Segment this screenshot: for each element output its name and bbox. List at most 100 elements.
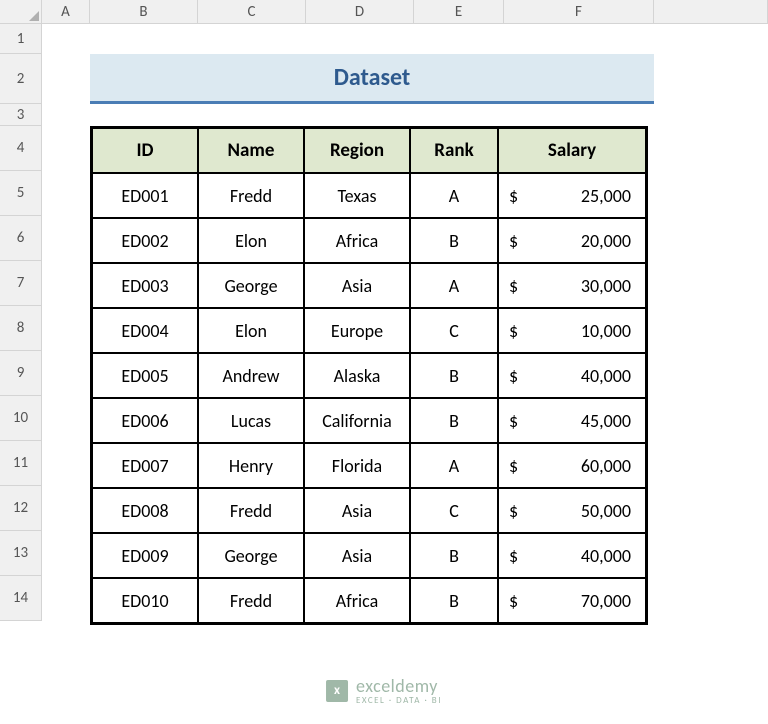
column-headers: A B C D E F	[42, 0, 768, 24]
cell-region[interactable]: Asia	[304, 533, 410, 578]
cell-id[interactable]: ED005	[92, 353, 198, 398]
cell-name[interactable]: Fredd	[198, 173, 304, 218]
salary-amount: 30,000	[581, 275, 631, 297]
col-header-c[interactable]: C	[198, 0, 306, 24]
row-header-5[interactable]: 5	[0, 171, 42, 216]
table-row: ED002ElonAfricaB$20,000	[92, 218, 646, 263]
cell-id[interactable]: ED001	[92, 173, 198, 218]
cell-region[interactable]: Europe	[304, 308, 410, 353]
cell-name[interactable]: Elon	[198, 218, 304, 263]
cell-region[interactable]: Africa	[304, 218, 410, 263]
currency-symbol: $	[509, 275, 518, 297]
cell-salary[interactable]: $40,000	[498, 533, 646, 578]
header-salary[interactable]: Salary	[498, 128, 646, 173]
currency-symbol: $	[509, 230, 518, 252]
watermark: x exceldemy EXCEL · DATA · BI	[326, 675, 442, 706]
row-header-8[interactable]: 8	[0, 306, 42, 351]
cell-region[interactable]: Africa	[304, 578, 410, 623]
cell-region[interactable]: Asia	[304, 488, 410, 533]
cell-id[interactable]: ED004	[92, 308, 198, 353]
cell-name[interactable]: Lucas	[198, 398, 304, 443]
cell-salary[interactable]: $30,000	[498, 263, 646, 308]
header-rank[interactable]: Rank	[410, 128, 498, 173]
col-header-extra[interactable]	[654, 0, 768, 24]
data-table: ID Name Region Rank Salary ED001FreddTex…	[90, 126, 648, 625]
cell-salary[interactable]: $25,000	[498, 173, 646, 218]
cell-rank[interactable]: A	[410, 443, 498, 488]
cell-rank[interactable]: A	[410, 263, 498, 308]
row-header-11[interactable]: 11	[0, 441, 42, 486]
row-header-6[interactable]: 6	[0, 216, 42, 261]
cell-id[interactable]: ED002	[92, 218, 198, 263]
cell-id[interactable]: ED008	[92, 488, 198, 533]
header-name[interactable]: Name	[198, 128, 304, 173]
col-header-d[interactable]: D	[306, 0, 414, 24]
salary-amount: 45,000	[581, 410, 631, 432]
cell-salary[interactable]: $70,000	[498, 578, 646, 623]
cell-rank[interactable]: B	[410, 578, 498, 623]
table-row: ED004ElonEuropeC$10,000	[92, 308, 646, 353]
cell-name[interactable]: Elon	[198, 308, 304, 353]
cell-name[interactable]: Fredd	[198, 488, 304, 533]
cell-salary[interactable]: $60,000	[498, 443, 646, 488]
cell-rank[interactable]: A	[410, 173, 498, 218]
cell-name[interactable]: Henry	[198, 443, 304, 488]
cell-id[interactable]: ED006	[92, 398, 198, 443]
row-header-12[interactable]: 12	[0, 486, 42, 531]
row-header-14[interactable]: 14	[0, 576, 42, 621]
header-id[interactable]: ID	[92, 128, 198, 173]
cell-name[interactable]: Andrew	[198, 353, 304, 398]
row-header-10[interactable]: 10	[0, 396, 42, 441]
cell-salary[interactable]: $45,000	[498, 398, 646, 443]
currency-symbol: $	[509, 320, 518, 342]
cell-salary[interactable]: $10,000	[498, 308, 646, 353]
cell-rank[interactable]: C	[410, 308, 498, 353]
col-header-f[interactable]: F	[504, 0, 654, 24]
currency-symbol: $	[509, 545, 518, 567]
header-region[interactable]: Region	[304, 128, 410, 173]
cell-rank[interactable]: B	[410, 398, 498, 443]
salary-amount: 40,000	[581, 365, 631, 387]
table-row: ED009GeorgeAsiaB$40,000	[92, 533, 646, 578]
table-row: ED008FreddAsiaC$50,000	[92, 488, 646, 533]
row-header-13[interactable]: 13	[0, 531, 42, 576]
cell-id[interactable]: ED010	[92, 578, 198, 623]
cell-name[interactable]: George	[198, 263, 304, 308]
col-header-b[interactable]: B	[90, 0, 198, 24]
row-header-9[interactable]: 9	[0, 351, 42, 396]
row-header-3[interactable]: 3	[0, 104, 42, 126]
cell-region[interactable]: Florida	[304, 443, 410, 488]
cell-salary[interactable]: $50,000	[498, 488, 646, 533]
cell-rank[interactable]: B	[410, 353, 498, 398]
row-header-7[interactable]: 7	[0, 261, 42, 306]
cell-name[interactable]: George	[198, 533, 304, 578]
cell-id[interactable]: ED009	[92, 533, 198, 578]
cell-salary[interactable]: $40,000	[498, 353, 646, 398]
cell-name[interactable]: Fredd	[198, 578, 304, 623]
cell-salary[interactable]: $20,000	[498, 218, 646, 263]
cell-region[interactable]: California	[304, 398, 410, 443]
row-header-1[interactable]: 1	[0, 24, 42, 54]
cell-rank[interactable]: B	[410, 533, 498, 578]
currency-symbol: $	[509, 185, 518, 207]
cell-rank[interactable]: B	[410, 218, 498, 263]
col-header-e[interactable]: E	[414, 0, 504, 24]
row-header-4[interactable]: 4	[0, 126, 42, 171]
cell-rank[interactable]: C	[410, 488, 498, 533]
row-header-2[interactable]: 2	[0, 54, 42, 104]
table-row: ED005AndrewAlaskaB$40,000	[92, 353, 646, 398]
cell-region[interactable]: Texas	[304, 173, 410, 218]
salary-amount: 40,000	[581, 545, 631, 567]
cell-id[interactable]: ED007	[92, 443, 198, 488]
table-header-row: ID Name Region Rank Salary	[92, 128, 646, 173]
cell-id[interactable]: ED003	[92, 263, 198, 308]
col-header-a[interactable]: A	[42, 0, 90, 24]
watermark-text: exceldemy	[356, 675, 438, 697]
currency-symbol: $	[509, 500, 518, 522]
cell-region[interactable]: Alaska	[304, 353, 410, 398]
currency-symbol: $	[509, 590, 518, 612]
select-all-triangle[interactable]	[0, 0, 42, 24]
watermark-subtext: EXCEL · DATA · BI	[356, 695, 442, 706]
cell-region[interactable]: Asia	[304, 263, 410, 308]
title-banner[interactable]: Dataset	[90, 54, 654, 104]
